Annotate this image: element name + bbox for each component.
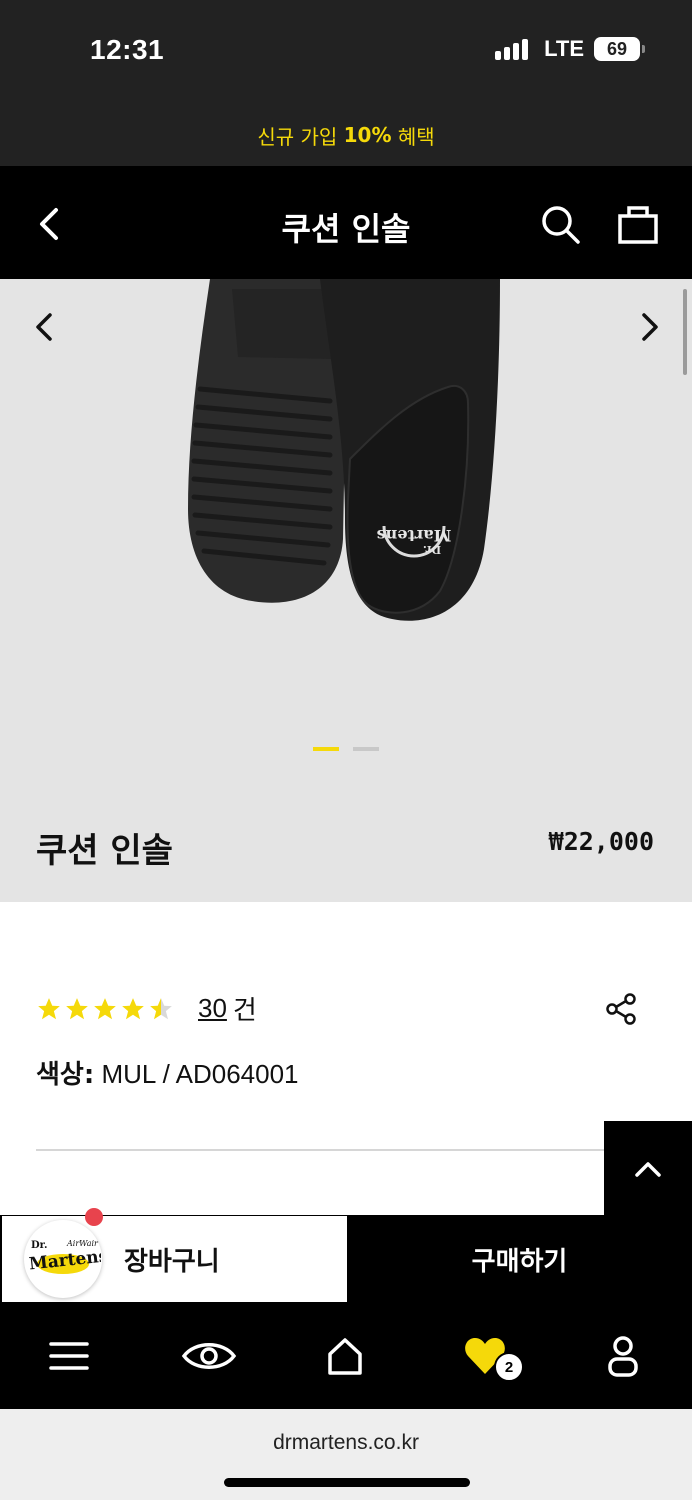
- gallery-pagination: [0, 747, 692, 751]
- purchase-action-bar: 장바구니 구매하기: [0, 1215, 692, 1303]
- status-indicators: LTE 69: [495, 36, 645, 62]
- status-bar: 12:31 LTE 69: [0, 0, 692, 104]
- color-info: 색상: MUL / AD064001: [36, 1054, 299, 1091]
- status-time: 12:31: [90, 34, 165, 65]
- home-indicator[interactable]: [224, 1478, 470, 1487]
- dr-martens-logo: Dr. AirWair Martens: [28, 1239, 101, 1275]
- scroll-top-button[interactable]: [604, 1121, 692, 1216]
- product-name: 쿠션 인솔: [36, 831, 173, 871]
- buy-now-button[interactable]: 구매하기: [347, 1215, 692, 1303]
- star-icon: [38, 997, 60, 1019]
- user-icon[interactable]: [598, 1331, 648, 1381]
- page-title: 쿠션 인솔: [281, 210, 411, 248]
- share-icon[interactable]: [604, 992, 638, 1026]
- shopping-bag-icon[interactable]: [616, 202, 660, 246]
- star-rating: [36, 996, 174, 1022]
- network-type: LTE: [544, 36, 584, 61]
- promo-suffix: 혜택: [391, 124, 435, 149]
- bottom-tabbar: [0, 1303, 692, 1409]
- color-value: MUL / AD064001: [94, 1059, 299, 1089]
- svg-text:Martens: Martens: [377, 526, 452, 545]
- search-icon[interactable]: [538, 202, 582, 246]
- product-price: ₩22,000: [548, 827, 654, 856]
- pagination-dot-active[interactable]: [313, 747, 339, 751]
- battery-level: 69: [606, 38, 628, 59]
- gallery-prev-icon[interactable]: [30, 309, 58, 345]
- rating-row: 30 건: [36, 990, 257, 1027]
- star-icon: [122, 997, 144, 1019]
- review-count-link[interactable]: 30: [198, 993, 227, 1024]
- promo-highlight: 10%: [343, 123, 392, 147]
- eye-icon[interactable]: [180, 1331, 238, 1381]
- star-icon: [94, 997, 116, 1019]
- divider: [36, 1149, 606, 1151]
- svg-text:AirWair: AirWair: [66, 1239, 99, 1248]
- color-label: 색상:: [36, 1060, 95, 1090]
- gallery-next-icon[interactable]: [636, 309, 664, 345]
- page-header: 쿠션 인솔: [0, 166, 692, 279]
- svg-text:Dr.: Dr.: [423, 543, 441, 556]
- promo-prefix: 신규 가입: [257, 124, 344, 149]
- url-text[interactable]: drmartens.co.kr: [0, 1431, 692, 1455]
- signal-icon: [495, 38, 529, 60]
- half-star-icon: [150, 997, 172, 1019]
- home-icon[interactable]: [320, 1331, 370, 1381]
- brand-logo[interactable]: Dr. AirWair Martens: [24, 1220, 102, 1298]
- star-icon: [66, 997, 88, 1019]
- menu-icon[interactable]: [44, 1331, 94, 1381]
- product-image: Martens Dr.: [188, 279, 500, 621]
- svg-text:Dr.: Dr.: [31, 1240, 48, 1251]
- browser-url-bar[interactable]: drmartens.co.kr: [0, 1409, 692, 1500]
- product-gallery[interactable]: Martens Dr. 쿠션 인솔 ₩22,000: [0, 279, 692, 902]
- review-unit: 건: [232, 996, 257, 1026]
- scroll-indicator: [683, 289, 687, 375]
- notification-dot: [85, 1208, 103, 1226]
- favorites-count-badge: 2: [494, 1352, 524, 1382]
- pagination-dot[interactable]: [353, 747, 379, 751]
- battery-icon: 69: [594, 37, 645, 61]
- promo-banner[interactable]: 신규 가입 10% 혜택: [0, 104, 692, 166]
- chevron-up-icon: [635, 1161, 661, 1177]
